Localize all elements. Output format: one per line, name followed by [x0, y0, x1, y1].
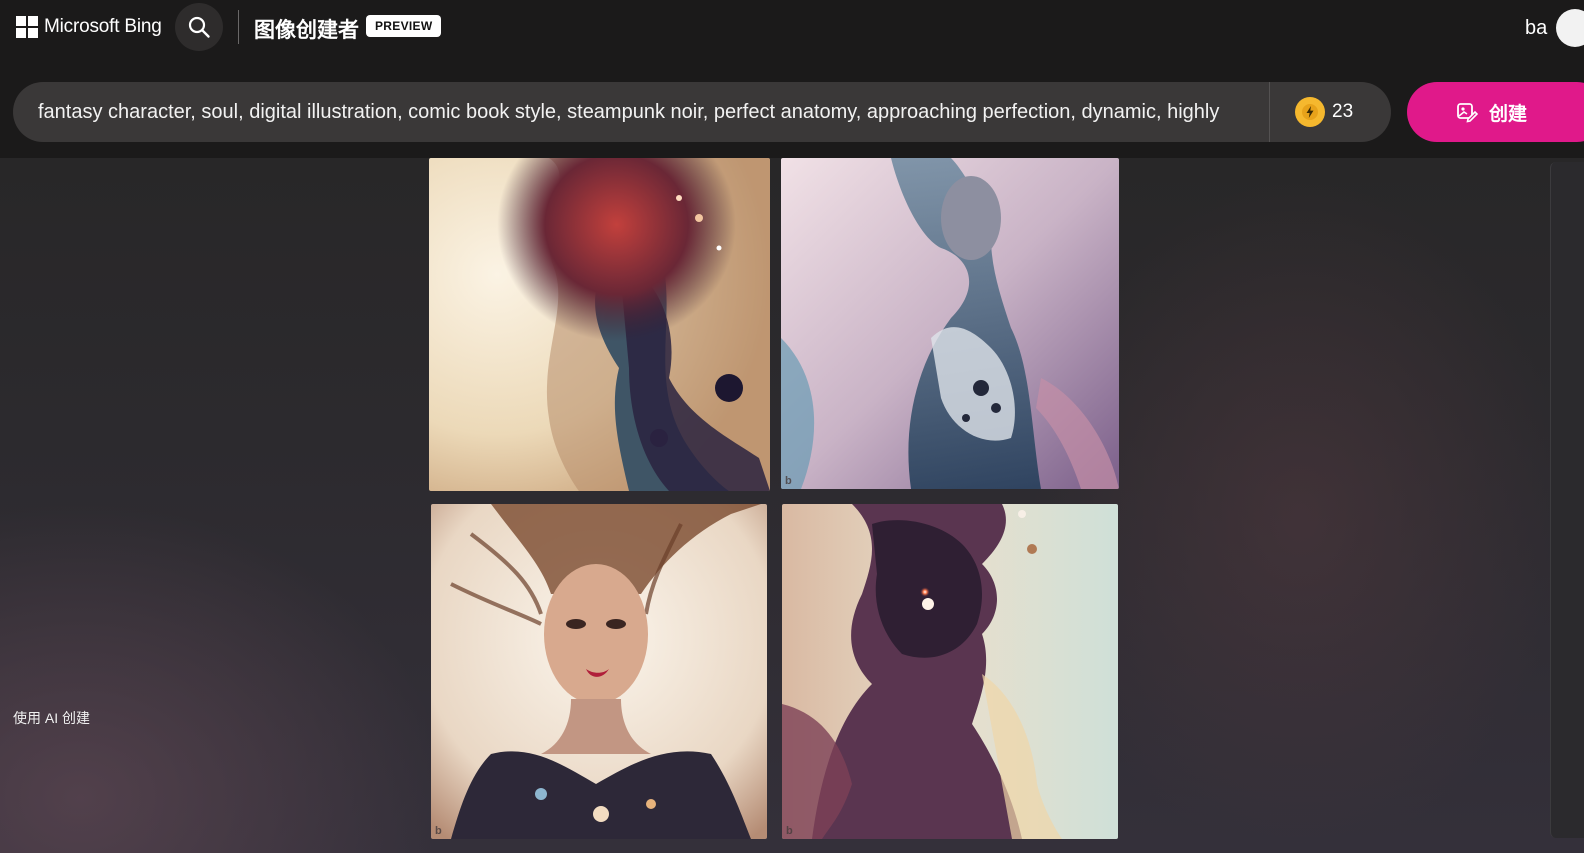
product-title[interactable]: 图像创建者: [254, 14, 359, 44]
generated-image-4[interactable]: b: [782, 504, 1118, 839]
generated-image-1[interactable]: [429, 158, 770, 491]
search-button[interactable]: [175, 3, 223, 51]
scrollbar[interactable]: [1550, 162, 1584, 838]
search-icon: [188, 16, 210, 38]
create-button[interactable]: 创建: [1407, 82, 1584, 142]
watermark-icon-3: b: [435, 825, 442, 837]
generated-image-3[interactable]: b: [431, 504, 767, 839]
create-button-label: 创建: [1489, 103, 1528, 125]
brand-name: Microsoft Bing: [44, 16, 162, 37]
page: Microsoft Bing 图像创建者 PREVIEW ba 23: [0, 0, 1584, 853]
prompt-separator: [1269, 82, 1270, 142]
lightning-icon[interactable]: [1295, 97, 1325, 127]
avatar[interactable]: [1556, 9, 1584, 47]
bing-logo[interactable]: Microsoft Bing: [16, 16, 162, 38]
prompt-bar: 23: [13, 82, 1391, 142]
boost-count: 23: [1332, 101, 1354, 122]
prompt-input[interactable]: [38, 82, 1258, 142]
preview-badge: PREVIEW: [366, 15, 442, 37]
create-icon: [1457, 103, 1479, 123]
windows-logo-icon: [16, 16, 38, 38]
create-with-ai-label: 使用 AI 创建: [13, 710, 91, 726]
watermark-icon: b: [785, 475, 792, 487]
user-name[interactable]: ba: [1525, 17, 1547, 40]
watermark-icon-4: b: [786, 825, 793, 837]
generated-image-2[interactable]: b: [781, 158, 1119, 489]
results-area: b b b 使用 AI 创建: [0, 158, 1584, 853]
header-divider: [238, 10, 239, 44]
top-header: Microsoft Bing 图像创建者 PREVIEW ba 23: [0, 0, 1584, 158]
